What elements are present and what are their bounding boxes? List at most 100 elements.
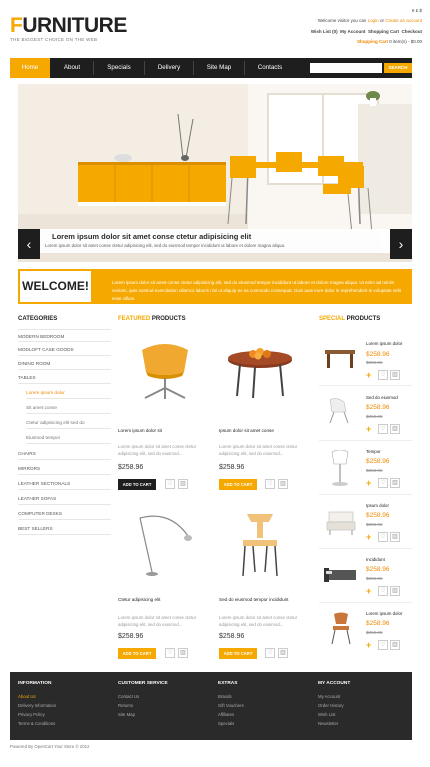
add-to-cart-icon[interactable]: + [366,533,371,542]
heart-icon[interactable]: ♡ [378,370,388,380]
my-account-link[interactable]: My Account [340,29,365,34]
slider-prev-button[interactable]: ‹ [18,229,40,259]
nav-sitemap[interactable]: Site Map [194,58,244,78]
compare-icon[interactable]: ▥ [278,479,288,489]
footer-link[interactable]: Wish List [318,712,335,717]
product-thumbnail[interactable] [326,450,354,490]
footer-link[interactable]: Delivery Information [18,703,56,708]
add-to-cart-icon[interactable]: + [366,479,371,488]
subcategory-item[interactable]: Lorem ipsum dolor [26,386,111,399]
category-item[interactable]: COMPUTER DESKS [18,507,111,520]
subcategory-item[interactable]: Eiusmod tempor [26,431,111,444]
compare-icon[interactable]: ▥ [178,479,188,489]
footer-link[interactable]: Terms & Conditions [18,721,55,726]
category-item[interactable]: LEATHER SECTIONALS [18,477,111,490]
nav-contacts[interactable]: Contacts [245,58,295,78]
heart-icon[interactable]: ♡ [378,586,388,596]
wishlist-link[interactable]: Wish List (0) [311,29,338,34]
footer-link[interactable]: My Account [318,694,340,699]
footer-link[interactable]: Gift Vouchers [218,703,244,708]
compare-icon[interactable]: ▥ [390,532,400,542]
add-to-cart-button[interactable]: ADD TO CART [118,479,156,490]
special-product-name[interactable]: Ipsum dolor [366,503,389,508]
heart-icon[interactable]: ♡ [378,424,388,434]
category-item[interactable]: TABLES [18,371,111,384]
shopping-cart-link[interactable]: Shopping Cart [368,29,399,34]
compare-icon[interactable]: ▥ [390,640,400,650]
footer-link[interactable]: Affiliates [218,712,234,717]
compare-icon[interactable]: ▥ [390,586,400,596]
old-price: $358.96 [366,630,383,635]
add-to-cart-icon[interactable]: + [366,425,371,434]
subcategory-item[interactable]: Ctetur adipisicing elit sed do [26,416,111,429]
product-image[interactable] [225,340,295,400]
product-name[interactable]: Ipsum dolor sit amet conse [219,428,274,433]
footer-link[interactable]: Order History [318,703,344,708]
product-image[interactable] [130,512,200,582]
product-thumbnail[interactable] [322,562,358,588]
add-to-cart-icon[interactable]: + [366,371,371,380]
search-button[interactable]: SEARCH [384,63,412,73]
special-product-name[interactable]: Lorem ipsum dolor [366,341,402,346]
create-account-link[interactable]: Create an account [385,18,422,23]
heart-icon[interactable]: ♡ [265,648,275,658]
nav-about[interactable]: About [51,58,93,78]
heart-icon[interactable]: ♡ [165,648,175,658]
heart-icon[interactable]: ♡ [378,640,388,650]
heart-icon[interactable]: ♡ [378,532,388,542]
category-item[interactable]: DINING ROOM [18,357,111,370]
special-product-name[interactable]: Lorem ipsum dolor [366,611,402,616]
special-product-name[interactable]: Incididunt [366,557,385,562]
product-thumbnail[interactable] [322,344,358,370]
nav-home[interactable]: Home [10,58,50,78]
footer-link[interactable]: Site Map [118,712,135,717]
footer-link[interactable]: About Us [18,694,36,699]
special-product-name[interactable]: Sed do eiusmod [366,395,398,400]
category-item[interactable]: MODERN BEDROOM [18,329,111,342]
category-item[interactable]: CHAIRS [18,447,111,460]
categories-title: CATEGORIES [18,316,58,322]
product-image[interactable] [235,512,285,582]
add-to-cart-icon[interactable]: + [366,587,371,596]
compare-icon[interactable]: ▥ [390,424,400,434]
add-to-cart-button[interactable]: ADD TO CART [219,648,257,659]
add-to-cart-button[interactable]: ADD TO CART [118,648,156,659]
compare-icon[interactable]: ▥ [390,370,400,380]
footer-link[interactable]: Newsletter [318,721,338,726]
footer-link[interactable]: Returns [118,703,133,708]
search-input[interactable] [310,63,382,73]
product-thumbnail[interactable] [326,612,356,646]
footer-link[interactable]: Specials [218,721,234,726]
nav-delivery[interactable]: Delivery [145,58,193,78]
product-thumbnail[interactable] [324,508,358,536]
heart-icon[interactable]: ♡ [165,479,175,489]
compare-icon[interactable]: ▥ [178,648,188,658]
compare-icon[interactable]: ▥ [390,478,400,488]
product-name[interactable]: Ctetur adipisicing elit [118,597,160,602]
site-logo[interactable]: FURNITURE [10,15,127,36]
category-item[interactable]: MIRRORS [18,462,111,475]
cart-summary[interactable]: Shopping Cart 0 item(s) - $0.00 [357,39,422,44]
category-item[interactable]: BEST SELLERS [18,522,111,535]
compare-icon[interactable]: ▥ [278,648,288,658]
product-name[interactable]: Lorem ipsum dolor sit [118,428,162,433]
footer-link[interactable]: Contact Us [118,694,139,699]
heart-icon[interactable]: ♡ [378,478,388,488]
category-item[interactable]: LEATHER SOFAS [18,492,111,505]
product-image[interactable] [130,340,200,400]
special-product-name[interactable]: Tempor [366,449,381,454]
footer-link[interactable]: Brands [218,694,232,699]
heart-icon[interactable]: ♡ [265,479,275,489]
slider-next-button[interactable]: › [390,229,412,259]
nav-specials[interactable]: Specials [94,58,144,78]
product-name[interactable]: Sed do eiusmod tempor incididunt [219,597,288,602]
currency-switcher[interactable]: € £ $ [412,8,422,13]
subcategory-item[interactable]: Sit amet conse [26,401,111,414]
add-to-cart-icon[interactable]: + [366,641,371,650]
checkout-link[interactable]: Checkout [401,29,422,34]
login-link[interactable]: Login [368,18,379,23]
footer-link[interactable]: Privacy Policy [18,712,45,717]
add-to-cart-button[interactable]: ADD TO CART [219,479,257,490]
category-item[interactable]: MODLOFT CASE GOODS [18,343,111,356]
product-thumbnail[interactable] [324,396,356,424]
